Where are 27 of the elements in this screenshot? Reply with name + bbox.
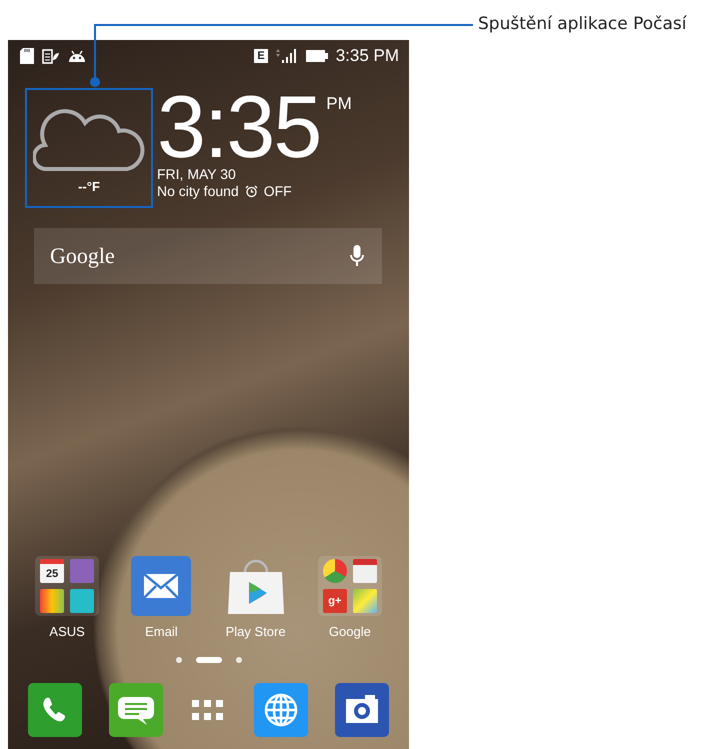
clock-date: FRI, MAY 30 bbox=[157, 166, 237, 183]
clock-meridiem: PM bbox=[326, 94, 352, 114]
alarm-status: OFF bbox=[264, 183, 292, 200]
android-icon bbox=[68, 49, 86, 63]
network-type: E bbox=[254, 49, 268, 63]
google-logo: Google bbox=[50, 243, 115, 269]
camera-icon[interactable] bbox=[335, 683, 390, 737]
clock-time: 3:35 bbox=[157, 88, 320, 166]
alarm-icon bbox=[244, 185, 258, 198]
signal-icon bbox=[276, 48, 298, 64]
email-icon[interactable] bbox=[131, 556, 192, 616]
chat-bubble-icon[interactable] bbox=[109, 683, 164, 737]
city-text: No city found bbox=[157, 183, 239, 200]
sd-card-icon bbox=[20, 48, 34, 64]
app-label[interactable]: ASUS bbox=[49, 624, 85, 639]
folder-icon[interactable]: 25 bbox=[35, 556, 100, 616]
search-bar[interactable]: Google bbox=[34, 228, 382, 284]
temperature: --°F bbox=[78, 179, 100, 194]
phone-icon[interactable] bbox=[28, 683, 82, 737]
microphone-icon[interactable] bbox=[350, 245, 364, 267]
weather-widget[interactable]: --°F bbox=[25, 88, 153, 208]
globe-icon[interactable] bbox=[254, 683, 308, 737]
battery-leaf-icon bbox=[42, 48, 60, 64]
callout-label: Spuštění aplikace Počasí bbox=[478, 14, 686, 34]
folder-icon[interactable]: g+ bbox=[318, 556, 382, 616]
status-time: 3:35 PM bbox=[336, 46, 399, 66]
battery-icon bbox=[306, 49, 328, 63]
